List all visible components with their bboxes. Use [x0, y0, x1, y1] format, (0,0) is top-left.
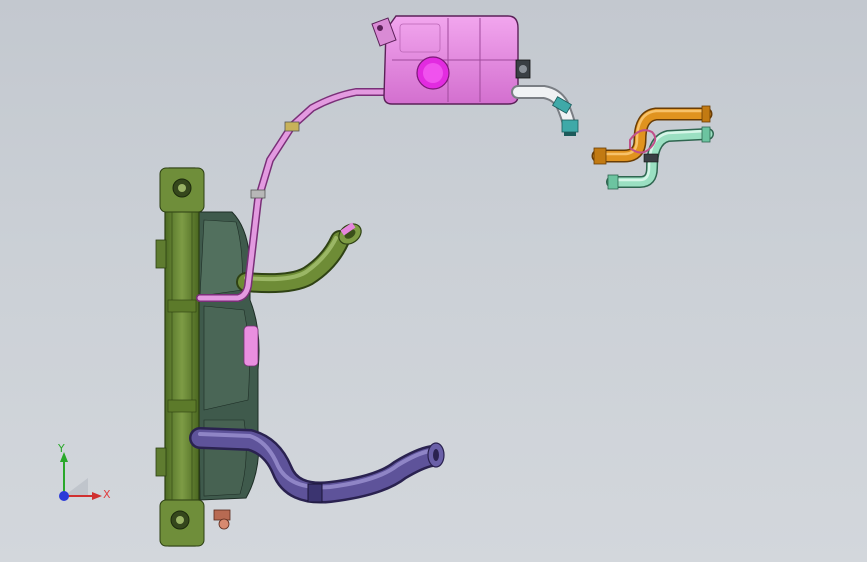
fan-motor-connector[interactable] — [243, 325, 259, 367]
hose-clip-lower — [250, 189, 266, 199]
z-axis-dot — [59, 491, 69, 501]
radiator[interactable] — [155, 167, 205, 547]
lower-hose-clip — [307, 483, 323, 503]
cad-viewport[interactable]: Y X — [0, 0, 867, 562]
hose-clip-upper — [284, 121, 300, 132]
coordinate-triad: Y X — [48, 438, 118, 508]
upper-radiator-hose[interactable] — [236, 220, 365, 294]
y-axis-label: Y — [58, 442, 65, 455]
reservoir-outlet-hose[interactable] — [511, 85, 579, 136]
x-axis-arrow — [92, 492, 102, 500]
cooling-system-model[interactable] — [0, 0, 867, 562]
x-axis-label: X — [103, 488, 111, 501]
drain-plug — [213, 509, 231, 521]
coolant-reservoir[interactable] — [371, 15, 531, 105]
